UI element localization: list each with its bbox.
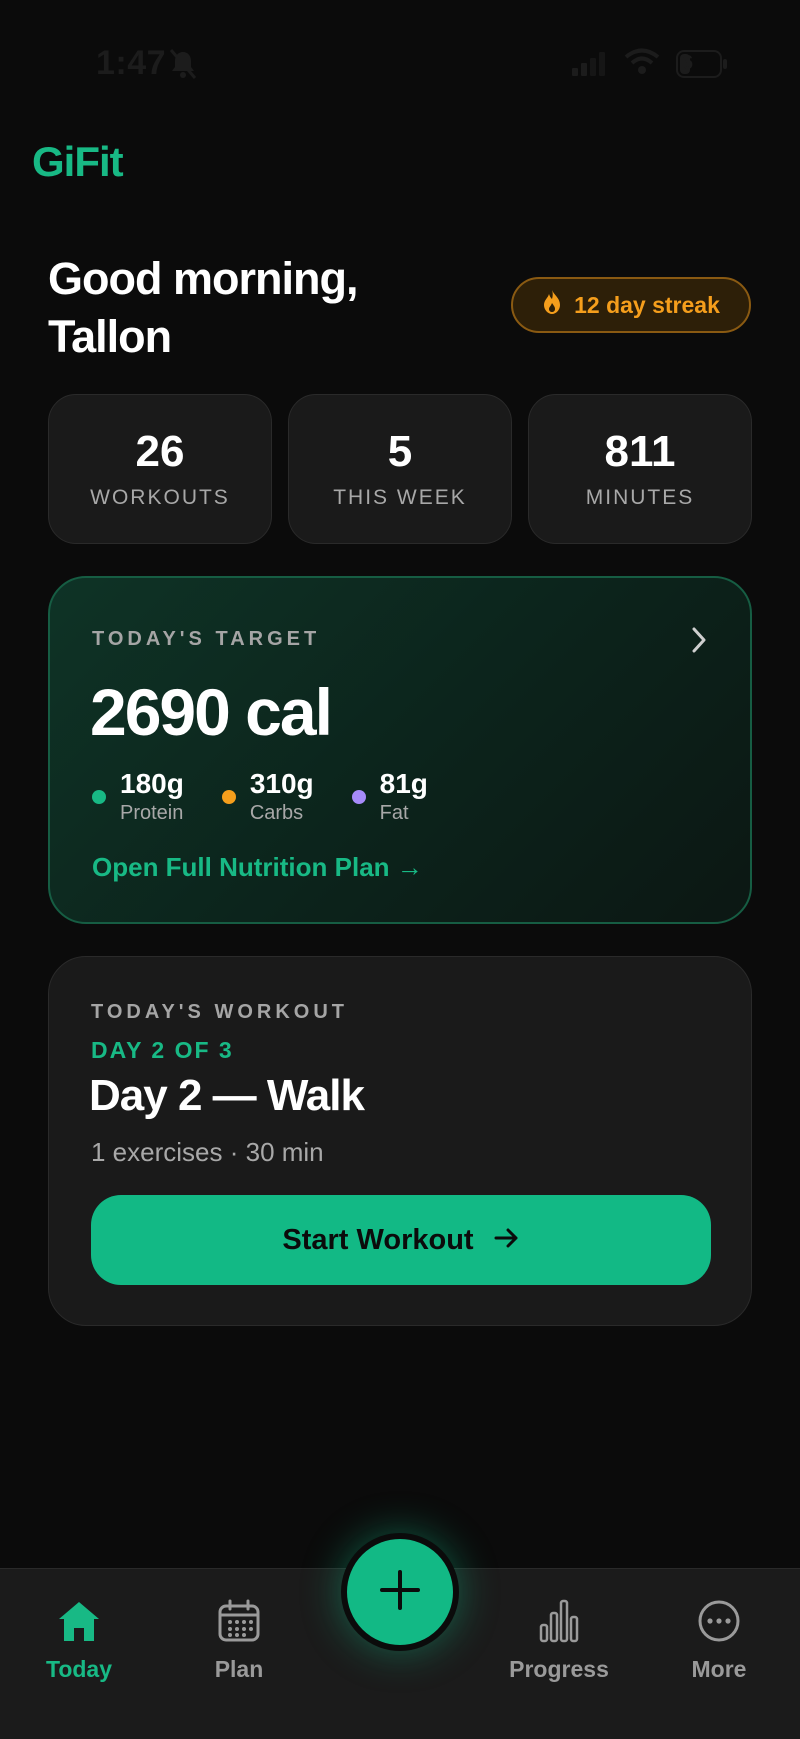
tab-label: Progress	[509, 1656, 609, 1682]
plus-icon	[378, 1568, 422, 1617]
tab-label: More	[691, 1656, 747, 1682]
add-button[interactable]	[341, 1533, 459, 1651]
chevron-right-icon[interactable]	[690, 626, 708, 659]
start-workout-button[interactable]: Start Workout	[91, 1195, 711, 1285]
flame-icon	[542, 289, 562, 321]
macro-value: 81g	[379, 768, 428, 799]
stat-label: MINUTES	[585, 486, 695, 509]
stat-label: WORKOUTS	[90, 486, 230, 509]
battery-level: 6	[682, 52, 694, 74]
macro-name: Carbs	[249, 802, 304, 824]
protein-dot	[92, 790, 106, 804]
target-label: TODAY'S TARGET	[92, 628, 321, 650]
macro-value: 310g	[249, 768, 314, 799]
macro-name: Protein	[120, 802, 184, 824]
stat-workouts: 26 WORKOUTS	[48, 394, 272, 544]
user-name: Tallon	[48, 311, 172, 362]
tab-label: Plan	[214, 1656, 264, 1682]
tab-label: Today	[45, 1656, 113, 1682]
stat-value: 5	[387, 427, 413, 476]
signal-icon	[572, 52, 608, 81]
calendar-icon	[217, 1599, 261, 1648]
workout-day: DAY 2 OF 3	[91, 1037, 234, 1063]
fat-dot	[351, 790, 366, 804]
stats-row: 26 WORKOUTS 5 THIS WEEK 811 MINUTES	[48, 394, 752, 544]
macros-row: 180g Protein 310g Carbs 81g Fat	[92, 768, 428, 825]
app-logo: GiFit	[32, 138, 124, 185]
workout-meta: 1 exercises · 30 min	[91, 1137, 324, 1167]
tab-progress[interactable]: Progress	[494, 1599, 624, 1683]
stat-value: 26	[135, 427, 185, 476]
stat-label: THIS WEEK	[333, 486, 467, 509]
battery-icon: 6	[676, 50, 728, 83]
greeting: Good morning, Tallon	[48, 250, 448, 366]
bar-chart-icon	[537, 1599, 581, 1648]
streak-label: 12 day streak	[574, 291, 720, 318]
status-bar: 1:47 6	[0, 0, 800, 120]
wifi-icon	[624, 48, 660, 81]
status-time: 1:47	[96, 44, 167, 82]
workout-title: Day 2 — Walk	[89, 1071, 365, 1120]
arrow-right-icon	[494, 1224, 520, 1257]
tab-more[interactable]: More	[654, 1599, 784, 1683]
stat-minutes: 811 MINUTES	[528, 394, 752, 544]
streak-badge[interactable]: 12 day streak	[511, 277, 751, 333]
open-nutrition-plan-link[interactable]: Open Full Nutrition Plan →	[92, 852, 423, 883]
home-icon	[56, 1599, 102, 1648]
todays-target-card[interactable]: TODAY'S TARGET 2690 cal 180g Protein 310…	[48, 576, 752, 924]
macro-value: 180g	[120, 768, 184, 799]
stat-value: 811	[604, 427, 676, 476]
target-calories: 2690 cal	[90, 675, 333, 749]
more-icon	[697, 1599, 741, 1648]
tab-plan[interactable]: Plan	[174, 1599, 304, 1683]
macro-carbs: 310g Carbs	[221, 768, 314, 825]
todays-workout-card: TODAY'S WORKOUT DAY 2 OF 3 Day 2 — Walk …	[48, 956, 752, 1326]
macro-protein: 180g Protein	[92, 768, 184, 825]
macro-fat: 81g Fat	[351, 768, 428, 825]
macro-name: Fat	[379, 802, 409, 824]
stat-this-week: 5 THIS WEEK	[288, 394, 512, 544]
workout-label: TODAY'S WORKOUT	[91, 1001, 348, 1023]
bell-muted-icon	[168, 48, 198, 85]
tab-today[interactable]: Today	[14, 1599, 144, 1683]
greeting-line: Good morning,	[48, 253, 358, 304]
carbs-dot	[221, 790, 236, 804]
start-workout-label: Start Workout	[282, 1223, 474, 1256]
